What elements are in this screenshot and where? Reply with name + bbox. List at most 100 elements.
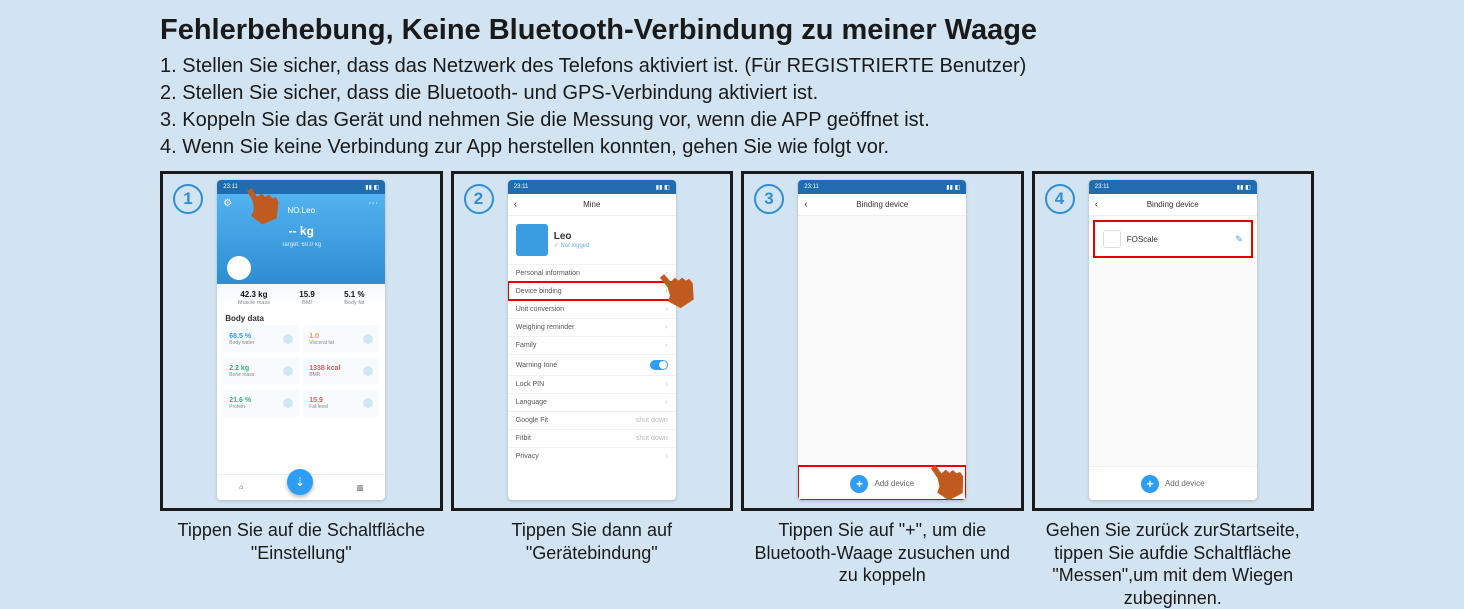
- topbar: ‹ Binding device: [798, 194, 966, 216]
- row-fitbit[interactable]: Fitbitshut down: [508, 429, 676, 447]
- chevron-right-icon: ›: [665, 270, 667, 277]
- row-lock-pin[interactable]: Lock PIN›: [508, 375, 676, 393]
- avatar: [516, 224, 548, 256]
- binding-empty-area: [1089, 262, 1257, 466]
- row-google-fit[interactable]: Google Fitshut down: [508, 411, 676, 429]
- row-device-binding[interactable]: Device binding›: [508, 282, 676, 300]
- profile-name: Leo: [554, 231, 590, 242]
- status-time: 23:11: [514, 184, 529, 190]
- row-unit-conversion[interactable]: Unit conversion›: [508, 300, 676, 318]
- status-bar: 23:11 ▮▮ ◧: [1089, 180, 1257, 194]
- cell-bone[interactable]: 2.2 kgBone mass: [223, 357, 299, 385]
- status-time: 23:11: [1095, 184, 1110, 190]
- step-badge-1: 1: [173, 184, 203, 214]
- intro-line-4: 4. Wenn Sie keine Verbindung zur App her…: [160, 134, 1314, 161]
- status-icons: ▮▮ ◧: [656, 184, 670, 191]
- chevron-right-icon: ›: [665, 381, 667, 388]
- chevron-right-icon: ›: [665, 399, 667, 406]
- add-device-label: Add device: [1165, 479, 1205, 488]
- status-icons: ▮▮ ◧: [946, 184, 960, 191]
- metrics-row: 42.3 kgMuscle mass 15.9BMI 5.1 %Body fat: [217, 284, 385, 308]
- row-warning-tone[interactable]: Warning tone: [508, 354, 676, 375]
- edit-icon[interactable]: ✎: [1235, 234, 1243, 245]
- step-2-caption: Tippen Sie dann auf "Gerätebindung": [451, 519, 734, 564]
- status-bar: 23:11 ▮▮ ◧: [798, 180, 966, 194]
- settings-list: Personal information› Device binding› Un…: [508, 264, 676, 465]
- intro-line-3: 3. Koppeln Sie das Gerät und nehmen Sie …: [160, 107, 1314, 134]
- detail-icon: [363, 398, 373, 408]
- binding-empty-area: [798, 216, 966, 466]
- row-language[interactable]: Language›: [508, 393, 676, 411]
- back-icon[interactable]: ‹: [1095, 199, 1098, 210]
- cell-fat-level[interactable]: 15.9Fat level: [303, 389, 379, 417]
- page-title: Fehlerbehebung, Keine Bluetooth-Verbindu…: [160, 14, 1314, 47]
- status-time: 23:11: [223, 184, 238, 190]
- body-data-grid: 68.5 %Body water 1.0Visceral fat 2.2 kgB…: [217, 325, 385, 423]
- cell-protein[interactable]: 21.6 %Protein: [223, 389, 299, 417]
- avatar[interactable]: [227, 256, 251, 280]
- intro-line-2: 2. Stellen Sie sicher, dass die Bluetoot…: [160, 80, 1314, 107]
- detail-icon: [283, 334, 293, 344]
- step-badge-3: 3: [754, 184, 784, 214]
- row-privacy[interactable]: Privacy›: [508, 447, 676, 465]
- bound-device-row[interactable]: FOScale ✎: [1095, 222, 1251, 256]
- metric-muscle: 42.3 kgMuscle mass: [238, 290, 270, 306]
- detail-icon: [363, 334, 373, 344]
- step-1-panel: 1 23:11 ▮▮ ◧ ⚙ ⋯ NO.Leo -- kg Target: 60.…: [160, 171, 443, 511]
- add-device-label: Add device: [874, 479, 914, 488]
- chevron-right-icon: ›: [665, 288, 667, 295]
- back-icon[interactable]: ‹: [804, 199, 807, 210]
- step-badge-4: 4: [1045, 184, 1075, 214]
- row-personal-info[interactable]: Personal information›: [508, 264, 676, 282]
- home-username: NO.Leo: [287, 206, 315, 215]
- detail-icon: [283, 366, 293, 376]
- row-family[interactable]: Family›: [508, 336, 676, 354]
- plus-icon[interactable]: +: [1141, 475, 1159, 493]
- gear-icon[interactable]: ⚙: [223, 198, 232, 209]
- metric-bmi: 15.9BMI: [299, 290, 315, 306]
- step-4-panel: 4 23:11 ▮▮ ◧ ‹ Binding device FOScale ✎ + …: [1032, 171, 1315, 511]
- phone-home: 23:11 ▮▮ ◧ ⚙ ⋯ NO.Leo -- kg Target: 60.0 …: [217, 180, 385, 500]
- bottom-nav: ⌂ ⇣ ▥: [217, 474, 385, 500]
- chart-icon[interactable]: ▥: [357, 484, 364, 492]
- step-1-caption: Tippen Sie auf die Schaltfläche "Einstel…: [160, 519, 443, 564]
- plus-icon[interactable]: +: [850, 475, 868, 493]
- phone-binding-empty: 23:11 ▮▮ ◧ ‹ Binding device + Add device: [798, 180, 966, 500]
- add-device-bar[interactable]: + Add device: [798, 466, 966, 500]
- metric-fat: 5.1 %Body fat: [344, 290, 364, 306]
- add-device-bar[interactable]: + Add device: [1089, 466, 1257, 500]
- chevron-right-icon: ›: [665, 306, 667, 313]
- body-data-title: Body data: [217, 308, 385, 325]
- more-icon[interactable]: ⋯: [368, 198, 379, 209]
- home-hero: ⚙ ⋯ NO.Leo -- kg Target: 60.0 kg: [217, 194, 385, 284]
- cell-bmr[interactable]: 1338 kcalBMR: [303, 357, 379, 385]
- phone-mine: 23:11▮▮ ◧ ‹Mine Leo✓ Not logged Personal…: [508, 180, 676, 500]
- topbar-title: Binding device: [1147, 200, 1199, 209]
- chevron-right-icon: ›: [665, 324, 667, 331]
- detail-icon: [283, 398, 293, 408]
- step-3-panel: 3 23:11 ▮▮ ◧ ‹ Binding device + Add device: [741, 171, 1024, 511]
- status-bar: 23:11 ▮▮ ◧: [508, 180, 676, 194]
- status-icons: ▮▮ ◧: [365, 184, 379, 191]
- topbar: ‹ Binding device: [1089, 194, 1257, 216]
- device-name: FOScale: [1127, 235, 1158, 244]
- toggle-switch[interactable]: [650, 360, 668, 370]
- intro-list: 1. Stellen Sie sicher, dass das Netzwerk…: [160, 53, 1314, 161]
- device-icon: [1103, 230, 1121, 248]
- step-3-caption: Tippen Sie auf "+", um die Bluetooth-Waa…: [741, 519, 1024, 587]
- status-time: 23:11: [804, 184, 819, 190]
- measure-fab[interactable]: ⇣: [287, 469, 313, 495]
- profile-header[interactable]: Leo✓ Not logged: [508, 216, 676, 264]
- chevron-right-icon: ›: [665, 342, 667, 349]
- back-icon[interactable]: ‹: [514, 199, 517, 210]
- topbar-title: Binding device: [856, 200, 908, 209]
- home-icon[interactable]: ⌂: [239, 484, 243, 491]
- phone-binding-device: 23:11 ▮▮ ◧ ‹ Binding device FOScale ✎ + Ad…: [1089, 180, 1257, 500]
- step-badge-2: 2: [464, 184, 494, 214]
- cell-visceral[interactable]: 1.0Visceral fat: [303, 325, 379, 353]
- row-weigh-reminder[interactable]: Weighing reminder›: [508, 318, 676, 336]
- step-4-caption: Gehen Sie zurück zurStartseite, tippen S…: [1032, 519, 1315, 609]
- status-icons: ▮▮ ◧: [1237, 184, 1251, 191]
- cell-body-water[interactable]: 68.5 %Body water: [223, 325, 299, 353]
- status-bar: 23:11 ▮▮ ◧: [217, 180, 385, 194]
